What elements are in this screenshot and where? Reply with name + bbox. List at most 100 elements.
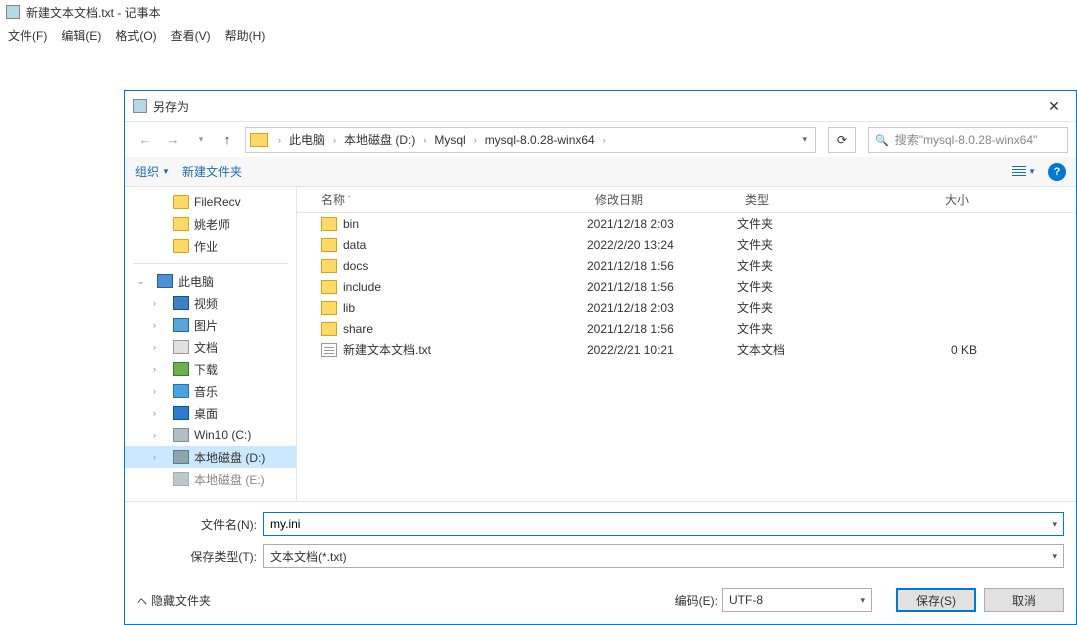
help-icon[interactable]: ? xyxy=(1048,163,1066,181)
expand-icon[interactable]: › xyxy=(153,320,156,330)
file-name: share xyxy=(343,322,373,336)
file-type: 文件夹 xyxy=(737,278,877,295)
file-row[interactable]: data2022/2/20 13:24文件夹 xyxy=(297,234,1076,255)
tree-item-video[interactable]: ›视频 xyxy=(125,292,296,314)
encoding-dropdown[interactable]: UTF-8 ▾ xyxy=(722,588,872,612)
menu-format[interactable]: 格式(O) xyxy=(115,27,156,44)
tree-item-yao[interactable]: 姚老师 xyxy=(125,213,296,235)
menu-file[interactable]: 文件(F) xyxy=(8,27,47,44)
file-row[interactable]: docs2021/12/18 1:56文件夹 xyxy=(297,255,1076,276)
expand-icon[interactable]: › xyxy=(153,364,156,374)
folder-icon xyxy=(173,239,189,253)
file-name: lib xyxy=(343,301,355,315)
file-row[interactable]: include2021/12/18 1:56文件夹 xyxy=(297,276,1076,297)
close-icon[interactable]: ✕ xyxy=(1040,96,1068,116)
folder-icon xyxy=(321,217,337,231)
chevron-down-icon[interactable]: ▾ xyxy=(1052,519,1057,530)
crumb-drive[interactable]: 本地磁盘 (D:) xyxy=(342,129,417,150)
nav-forward-icon[interactable]: → xyxy=(161,128,185,152)
chevron-right-icon[interactable]: › xyxy=(599,135,610,145)
file-name: bin xyxy=(343,217,359,231)
drive-icon xyxy=(173,428,189,442)
expand-icon[interactable]: › xyxy=(153,342,156,352)
column-type[interactable]: 类型 xyxy=(737,191,877,208)
bottom-panel: 文件名(N): ▾ 保存类型(T): 文本文档(*.txt) ▾ ヘ 隐藏文件夹… xyxy=(125,501,1076,624)
folder-tree[interactable]: FileRecv 姚老师 作业 ⌄此电脑 ›视频 ›图片 ›文档 ›下载 ›音乐… xyxy=(125,187,297,501)
expand-icon[interactable]: › xyxy=(153,452,156,462)
folder-icon xyxy=(321,301,337,315)
file-date: 2021/12/18 1:56 xyxy=(587,322,737,336)
file-name: 新建文本文档.txt xyxy=(343,341,431,358)
expand-icon[interactable]: › xyxy=(153,298,156,308)
nav-up-icon[interactable]: ↑ xyxy=(217,130,237,150)
chevron-right-icon[interactable]: › xyxy=(470,135,481,145)
crumb-winx64[interactable]: mysql-8.0.28-winx64 xyxy=(483,131,597,149)
organize-button[interactable]: 组织 ▼ xyxy=(135,163,170,180)
crumb-mysql[interactable]: Mysql xyxy=(432,131,467,149)
collapse-icon[interactable]: ⌄ xyxy=(137,276,145,287)
column-size[interactable]: 大小 xyxy=(877,191,977,208)
tree-item-drive-d[interactable]: ›本地磁盘 (D:) xyxy=(125,446,296,468)
column-headers: 名称ˇ 修改日期 类型 大小 xyxy=(297,187,1076,213)
menu-help[interactable]: 帮助(H) xyxy=(225,27,266,44)
cancel-button[interactable]: 取消 xyxy=(984,588,1064,612)
chevron-right-icon[interactable]: › xyxy=(274,135,285,145)
tree-item-zuoye[interactable]: 作业 xyxy=(125,235,296,257)
file-row[interactable]: bin2021/12/18 2:03文件夹 xyxy=(297,213,1076,234)
refresh-icon[interactable]: ⟳ xyxy=(828,127,856,153)
hide-folders-toggle[interactable]: ヘ 隐藏文件夹 xyxy=(137,592,211,609)
dialog-title: 另存为 xyxy=(153,98,1040,115)
filename-combobox[interactable]: ▾ xyxy=(263,512,1064,536)
expand-icon[interactable]: › xyxy=(153,430,156,440)
tree-item-win10c[interactable]: ›Win10 (C:) xyxy=(125,424,296,446)
file-date: 2021/12/18 1:56 xyxy=(587,259,737,273)
address-dropdown-icon[interactable]: ▾ xyxy=(798,134,811,145)
tree-item-desktop[interactable]: ›桌面 xyxy=(125,402,296,424)
tree-item-filerecv[interactable]: FileRecv xyxy=(125,191,296,213)
breadcrumb: › 此电脑 › 本地磁盘 (D:) › Mysql › mysql-8.0.28… xyxy=(274,129,792,150)
search-icon xyxy=(875,133,889,147)
save-button[interactable]: 保存(S) xyxy=(896,588,976,612)
list-view-icon xyxy=(1012,166,1026,178)
file-type: 文件夹 xyxy=(737,257,877,274)
folder-icon xyxy=(321,259,337,273)
tree-item-music[interactable]: ›音乐 xyxy=(125,380,296,402)
column-name[interactable]: 名称ˇ xyxy=(297,191,587,208)
tree-item-this-pc[interactable]: ⌄此电脑 xyxy=(125,270,296,292)
file-row[interactable]: lib2021/12/18 2:03文件夹 xyxy=(297,297,1076,318)
filename-input[interactable] xyxy=(270,517,1052,531)
file-rows[interactable]: bin 2021/12/18 2:03 文件夹 data2022/2/20 13:24… xyxy=(297,213,1076,501)
nav-recent-dropdown[interactable]: ▾ xyxy=(189,128,213,152)
column-modified[interactable]: 修改日期 xyxy=(587,191,737,208)
file-date: 2021/12/18 2:03 xyxy=(587,217,737,231)
file-row[interactable]: share2021/12/18 1:56文件夹 xyxy=(297,318,1076,339)
search-input[interactable]: 搜索"mysql-8.0.28-winx64" xyxy=(868,127,1068,153)
tree-item-documents[interactable]: ›文档 xyxy=(125,336,296,358)
file-date: 2021/12/18 1:56 xyxy=(587,280,737,294)
menu-view[interactable]: 查看(V) xyxy=(171,27,211,44)
nav-back-icon[interactable]: ← xyxy=(133,128,157,152)
folder-icon xyxy=(173,195,189,209)
chevron-right-icon[interactable]: › xyxy=(419,135,430,145)
pictures-icon xyxy=(173,318,189,332)
expand-icon[interactable]: › xyxy=(153,408,156,418)
chevron-up-icon: ヘ xyxy=(137,593,147,608)
notepad-title: 新建文本文档.txt - 记事本 xyxy=(26,4,161,21)
address-bar[interactable]: › 此电脑 › 本地磁盘 (D:) › Mysql › mysql-8.0.28… xyxy=(245,127,816,153)
expand-icon[interactable]: › xyxy=(153,386,156,396)
dialog-titlebar[interactable]: 另存为 ✕ xyxy=(125,91,1076,121)
tree-item-drive-e[interactable]: 本地磁盘 (E:) xyxy=(125,468,296,490)
drive-icon xyxy=(173,472,189,486)
chevron-down-icon: ▼ xyxy=(162,167,170,176)
tree-item-downloads[interactable]: ›下载 xyxy=(125,358,296,380)
crumb-pc[interactable]: 此电脑 xyxy=(287,129,327,150)
menu-edit[interactable]: 编辑(E) xyxy=(61,27,101,44)
view-mode-button[interactable]: ▼ xyxy=(1012,166,1036,178)
desktop-icon xyxy=(173,406,189,420)
file-row[interactable]: 新建文本文档.txt2022/2/21 10:21文本文档0 KB xyxy=(297,339,1076,360)
filetype-dropdown[interactable]: 文本文档(*.txt) ▾ xyxy=(263,544,1064,568)
chevron-right-icon[interactable]: › xyxy=(329,135,340,145)
text-file-icon xyxy=(321,343,337,357)
new-folder-button[interactable]: 新建文件夹 xyxy=(182,163,242,180)
tree-item-pictures[interactable]: ›图片 xyxy=(125,314,296,336)
